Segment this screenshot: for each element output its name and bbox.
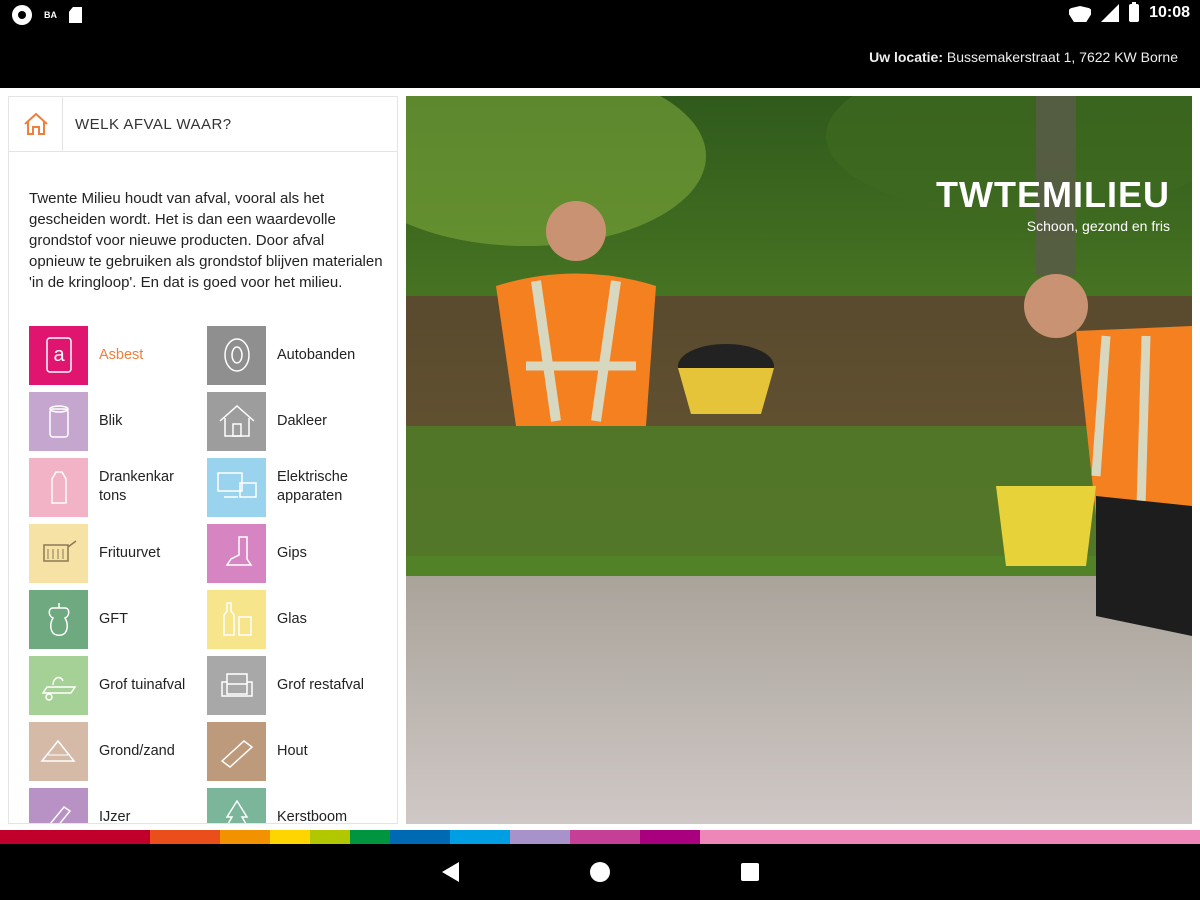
category-label: Grond/zand <box>99 742 175 759</box>
stripe-segment <box>350 830 390 844</box>
category-label: Gips <box>277 544 307 561</box>
armchair-icon <box>207 655 266 715</box>
category-elektrische-apparaten[interactable]: Elektrische apparaten <box>207 457 389 517</box>
category-gft[interactable]: GFT <box>29 589 199 649</box>
location-value: Bussemakerstraat 1, 7622 KW Borne <box>943 49 1178 65</box>
category-label: GFT <box>99 610 128 627</box>
tire-icon <box>207 325 266 385</box>
glass-icon <box>207 589 266 649</box>
battery-icon <box>1129 2 1140 22</box>
christmas-tree-icon <box>207 787 266 823</box>
category-hout[interactable]: Hout <box>207 721 389 781</box>
apple-core-icon <box>29 589 88 649</box>
page-title: WELK AFVAL WAAR? <box>75 115 232 133</box>
category-label: Grof tuinafval <box>99 676 186 693</box>
hero-photo: TWTEMILIEU Schoon, gezond en fris <box>406 96 1192 824</box>
iron-icon <box>29 787 88 823</box>
stripe-segment <box>640 830 700 844</box>
location-display[interactable]: Uw locatie: Bussemakerstraat 1, 7622 KW … <box>869 49 1178 65</box>
sand-icon <box>29 721 88 781</box>
category-label: Dakleer <box>277 412 327 429</box>
plaster-icon <box>207 523 266 583</box>
stripe-segment <box>570 830 640 844</box>
category-label: Drankenkar tons <box>99 469 174 504</box>
home-button[interactable] <box>9 97 63 152</box>
stripe-segment <box>0 830 150 844</box>
stripe-segment <box>310 830 350 844</box>
stripe-segment <box>390 830 450 844</box>
panel-header: WELK AFVAL WAAR? <box>9 97 397 152</box>
category-label: IJzer <box>99 808 131 824</box>
category-grof-tuinafval[interactable]: Grof tuinafval <box>29 655 207 715</box>
signal-icon <box>1101 4 1120 22</box>
category-label: Asbest <box>99 346 144 363</box>
asbestos-icon: a <box>29 325 88 385</box>
electronics-icon <box>207 457 266 517</box>
stripe-segment <box>150 830 220 844</box>
category-kerstboom[interactable]: Kerstboom <box>207 787 389 824</box>
roof-icon <box>207 391 266 451</box>
category-frituurvet[interactable]: Frituurvet <box>29 523 199 583</box>
system-nav-bar <box>0 844 1200 900</box>
category-label: Glas <box>277 610 307 627</box>
home-icon <box>23 112 48 135</box>
can-icon <box>29 391 88 451</box>
ba-icon: BA <box>44 10 57 20</box>
category-label: Elektrische apparaten <box>277 469 348 504</box>
stripe-segment <box>220 830 270 844</box>
main-content: WELK AFVAL WAAR? Twente Milieu houdt van… <box>0 88 1200 830</box>
svg-text:a: a <box>53 344 65 366</box>
waste-guide-panel: WELK AFVAL WAAR? Twente Milieu houdt van… <box>8 96 398 824</box>
status-right-icons: 10:08 <box>1069 2 1190 22</box>
stripe-segment <box>450 830 510 844</box>
logo-tagline: Schoon, gezond en fris <box>1026 218 1170 234</box>
category-asbest[interactable]: a Asbest <box>29 325 199 385</box>
status-left-icons: BA <box>12 5 82 25</box>
stripe-segment <box>700 830 1200 844</box>
logo-text: TWTEMILIEU <box>936 174 1170 215</box>
brand-logo: TWTEMILIEU Schoon, gezond en fris <box>936 174 1170 234</box>
category-dakleer[interactable]: Dakleer <box>207 391 389 451</box>
stripe-segment <box>270 830 310 844</box>
intro-text: Twente Milieu houdt van afval, vooral al… <box>29 190 383 291</box>
back-icon[interactable] <box>442 862 459 882</box>
category-autobanden[interactable]: Autobanden <box>207 325 389 385</box>
garden-waste-icon <box>29 655 88 715</box>
wood-icon <box>207 721 266 781</box>
category-label: Autobanden <box>277 346 356 363</box>
category-grof-restafval[interactable]: Grof restafval <box>207 655 389 715</box>
sd-card-icon <box>69 7 82 23</box>
recent-apps-icon[interactable] <box>741 863 759 881</box>
category-label: Grof restafval <box>277 676 365 693</box>
status-bar: BA 10:08 <box>0 0 1200 32</box>
category-ijzer[interactable]: IJzer <box>29 787 199 824</box>
category-label: Frituurvet <box>99 544 161 561</box>
category-label: Hout <box>277 742 308 759</box>
category-drankenkartons[interactable]: Drankenkar tons <box>29 457 199 517</box>
clock: 10:08 <box>1149 4 1190 21</box>
category-label: Blik <box>99 412 123 429</box>
notification-circle-icon <box>12 5 32 25</box>
category-blik[interactable]: Blik <box>29 391 199 451</box>
carton-icon <box>29 457 88 517</box>
category-glas[interactable]: Glas <box>207 589 389 649</box>
home-nav-icon[interactable] <box>590 862 610 882</box>
app-header: Uw locatie: Bussemakerstraat 1, 7622 KW … <box>0 32 1200 88</box>
location-label: Uw locatie: <box>869 49 943 65</box>
stripe-segment <box>510 830 570 844</box>
wifi-icon <box>1069 4 1091 22</box>
category-gips[interactable]: Gips <box>207 523 389 583</box>
fryer-icon <box>29 523 88 583</box>
brand-color-stripe <box>0 830 1200 844</box>
category-label: Kerstboom <box>277 808 348 824</box>
category-grond-zand[interactable]: Grond/zand <box>29 721 199 781</box>
